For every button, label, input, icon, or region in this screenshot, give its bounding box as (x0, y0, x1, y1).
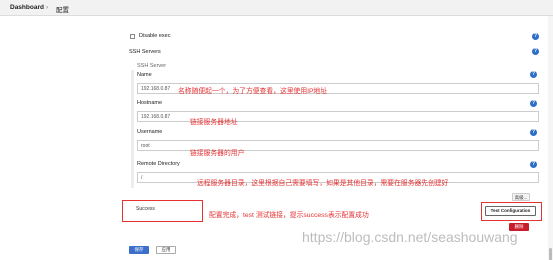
annotation-remote-directory: 远程服务器目录，这里根据自己需要填写，如果是其他目录，需要在服务器先创建好 (197, 180, 449, 187)
success-highlight-box (122, 200, 203, 222)
save-button[interactable]: 保存 (129, 246, 149, 254)
breadcrumb-bar: Dashboard › 配置 (0, 0, 553, 16)
annotation-test: 配置完成，test 测试链接，提示success表示配置成功 (209, 212, 369, 219)
test-configuration-button[interactable]: Test Configuration (485, 206, 536, 216)
advanced-button[interactable]: 高级... (512, 193, 530, 201)
scrollbar-thumb[interactable] (549, 248, 552, 260)
breadcrumb-dashboard[interactable]: Dashboard (10, 4, 44, 11)
help-icon-hostname[interactable]: ? (530, 100, 537, 107)
help-icon-ssh-servers[interactable]: ? (532, 48, 539, 55)
apply-button[interactable]: 应用 (156, 246, 176, 254)
help-icon-disable-exec[interactable]: ? (532, 33, 539, 40)
help-icon-username[interactable]: ? (530, 129, 537, 136)
disable-exec-label: Disable exec (139, 33, 171, 39)
help-icon-remote-directory[interactable]: ? (530, 161, 537, 168)
page-scrollbar[interactable] (548, 16, 553, 260)
watermark-text: https://blog.csdn.net/seashouwang (302, 229, 518, 245)
annotation-hostname: 链接服务器地址 (190, 119, 238, 126)
ssh-server-block-rail (131, 70, 134, 188)
annotation-name: 名称随便起一个，为了方便查看，这里使用IP地址 (178, 88, 328, 95)
test-status-text: Success (136, 206, 155, 212)
help-icon-name[interactable]: ? (530, 71, 537, 78)
name-label: Name (137, 72, 152, 78)
disable-exec-checkbox[interactable] (130, 34, 135, 39)
username-label: Username (137, 129, 163, 135)
ssh-servers-title: SSH Servers (129, 49, 161, 55)
breadcrumb-current: 配置 (56, 7, 69, 14)
annotation-username: 链接服务器的用户 (190, 150, 245, 157)
hostname-label: Hostname (137, 100, 163, 106)
remote-directory-label: Remote Directory (137, 161, 180, 167)
breadcrumb-separator-icon: › (46, 4, 49, 11)
ssh-server-label: SSH Server (137, 63, 167, 69)
